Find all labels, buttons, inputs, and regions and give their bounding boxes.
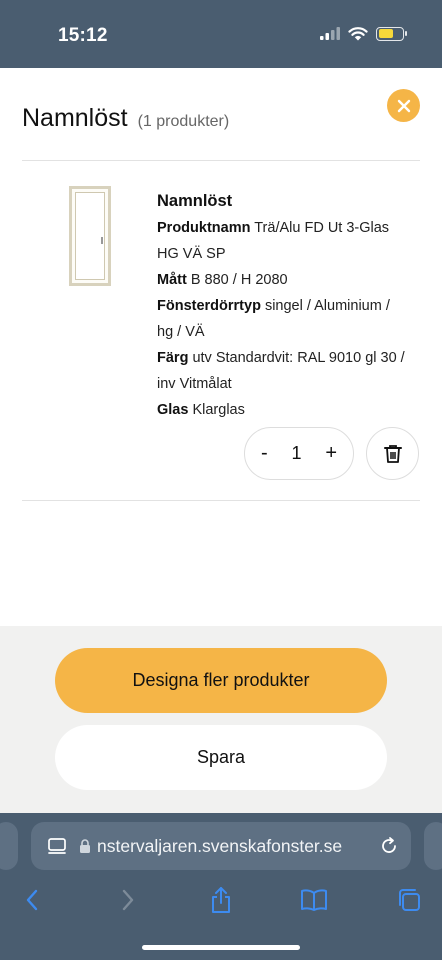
previous-tab-peek[interactable] [0, 822, 18, 870]
chevron-left-icon [26, 889, 38, 911]
reload-icon[interactable] [379, 836, 399, 856]
next-tab-peek[interactable] [424, 822, 442, 870]
detail-row-farg: Färg utv Standardvit: RAL 9010 gl 30 / i… [157, 345, 407, 397]
share-button[interactable] [206, 885, 236, 915]
browser-chrome: nstervaljaren.svenskafonster.se [0, 813, 442, 960]
detail-value: B 880 / H 2080 [190, 272, 288, 288]
detail-row-fonsterdorrtyp: Fönsterdörrtyp singel / Aluminium / hg /… [157, 293, 407, 345]
battery-icon [376, 26, 407, 41]
share-icon [212, 887, 230, 913]
cellular-signal-icon [320, 27, 340, 40]
chevron-right-icon [122, 889, 134, 911]
detail-row-glas: Glas Klarglas [157, 397, 407, 423]
detail-row-produktnamn: Produktnamn Trä/Alu FD Ut 3-Glas HG VÄ S… [157, 215, 407, 267]
quantity-stepper: - 1 + [244, 427, 354, 480]
design-more-button[interactable]: Designa fler produkter [55, 648, 387, 713]
decrement-button[interactable]: - [261, 442, 268, 465]
lock-icon [80, 839, 90, 853]
status-icons [320, 26, 407, 41]
status-bar: 15:12 [0, 0, 442, 68]
header-divider [22, 160, 420, 161]
modal-title: Namnlöst [22, 104, 128, 132]
delete-button[interactable] [366, 427, 419, 480]
product-name: Namnlöst [157, 192, 233, 210]
status-time: 15:12 [58, 25, 108, 46]
url-text: nstervaljaren.svenskafonster.se [97, 835, 343, 856]
detail-label: Glas [157, 402, 189, 418]
detail-label: Produktnamn [157, 220, 251, 236]
forward-button[interactable] [113, 885, 143, 915]
close-button[interactable] [387, 89, 420, 122]
detail-value: Klarglas [192, 402, 245, 418]
detail-label: Mått [157, 272, 187, 288]
product-count: (1 produkter) [137, 113, 230, 130]
tabs-button[interactable] [394, 885, 424, 915]
browser-toolbar [0, 881, 442, 917]
modal-header: Namnlöst (1 produkter) [22, 104, 229, 133]
product-details: Namnlöst Produktnamn Trä/Alu FD Ut 3-Gla… [157, 188, 407, 423]
back-button[interactable] [17, 885, 47, 915]
cart-modal: Namnlöst (1 produkter) Namnlöst Produktn… [0, 68, 442, 813]
trash-icon [383, 444, 402, 463]
close-icon [397, 99, 410, 112]
detail-row-matt: Mått B 880 / H 2080 [157, 267, 407, 293]
quantity-value: 1 [291, 443, 302, 463]
book-icon [301, 889, 327, 911]
wifi-icon [348, 27, 368, 41]
detail-value: utv Standardvit: RAL 9010 gl 30 / inv Vi… [157, 350, 405, 392]
page-menu-icon[interactable] [47, 836, 67, 856]
detail-label: Fönsterdörrtyp [157, 298, 261, 314]
modal-footer: Designa fler produkter Spara [0, 626, 442, 813]
bookmarks-button[interactable] [299, 885, 329, 915]
home-indicator[interactable] [142, 945, 300, 950]
save-button[interactable]: Spara [55, 725, 387, 790]
address-bar[interactable]: nstervaljaren.svenskafonster.se [31, 822, 411, 870]
product-image [69, 186, 111, 286]
product-divider [22, 500, 420, 501]
detail-label: Färg [157, 350, 189, 366]
tabs-icon [399, 889, 420, 911]
increment-button[interactable]: + [325, 442, 337, 465]
